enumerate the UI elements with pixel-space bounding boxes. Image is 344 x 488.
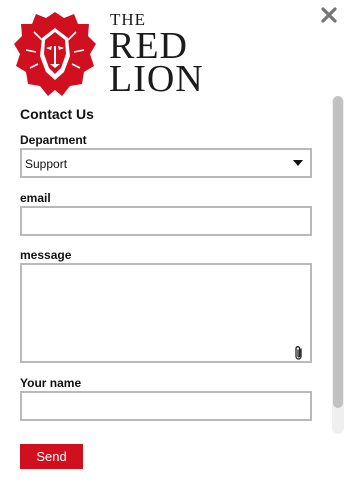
close-button[interactable] — [316, 2, 342, 28]
message-textarea[interactable] — [20, 263, 312, 363]
scrollbar-thumb[interactable] — [333, 96, 343, 408]
brand-logo: THE RED LION — [14, 8, 214, 100]
department-selected-value: Support — [25, 157, 68, 171]
your-name-label: Your name — [20, 376, 82, 390]
message-label: message — [20, 248, 72, 262]
email-label: email — [20, 191, 51, 205]
close-icon — [321, 7, 337, 23]
form-title: Contact Us — [20, 106, 94, 122]
paperclip-icon[interactable] — [292, 345, 306, 361]
department-label: Department — [20, 133, 87, 147]
email-field[interactable] — [20, 206, 312, 236]
scrollbar[interactable] — [332, 96, 344, 434]
send-button[interactable]: Send — [20, 444, 83, 469]
department-select[interactable]: Support — [20, 148, 312, 178]
your-name-field[interactable] — [20, 391, 312, 421]
brand-line-lion: LION — [109, 58, 204, 100]
caret-down-icon — [293, 160, 303, 166]
lion-icon — [14, 12, 96, 96]
